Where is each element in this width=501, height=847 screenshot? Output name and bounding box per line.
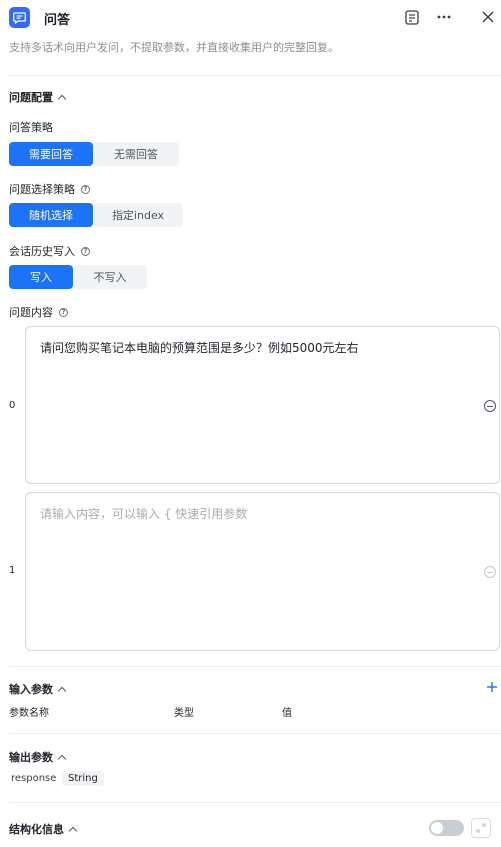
close-icon bbox=[482, 11, 494, 23]
chevron-up-icon bbox=[68, 826, 78, 835]
more-icon bbox=[437, 15, 451, 19]
remove-question-icon[interactable] bbox=[484, 566, 496, 578]
notes-button[interactable] bbox=[402, 7, 422, 27]
field-label: 问题选择策略 bbox=[9, 183, 75, 196]
select-strategy-segmented: 随机选择 指定index bbox=[9, 203, 183, 227]
chat-bubble-icon bbox=[9, 7, 30, 28]
option-write[interactable]: 写入 bbox=[9, 265, 73, 289]
help-icon[interactable]: ? bbox=[81, 184, 90, 194]
option-need-answer[interactable]: 需要回答 bbox=[9, 142, 93, 166]
field-label: 会话历史写入 bbox=[9, 245, 75, 258]
option-no-write[interactable]: 不写入 bbox=[73, 265, 147, 289]
help-icon[interactable]: ? bbox=[81, 246, 90, 256]
add-param-button[interactable] bbox=[485, 680, 499, 694]
field-label: 问题内容 bbox=[9, 306, 53, 319]
answer-strategy-segmented: 需要回答 无需回答 bbox=[9, 142, 179, 166]
question-placeholder: 请输入内容，可以输入 { 快速引用参数 bbox=[40, 507, 248, 521]
section-header-structured[interactable]: 结构化信息 bbox=[9, 821, 78, 837]
expand-button[interactable] bbox=[471, 818, 491, 838]
question-input-1[interactable]: 请输入内容，可以输入 { 快速引用参数 bbox=[25, 492, 500, 651]
remove-question-icon[interactable] bbox=[484, 400, 496, 412]
chevron-up-icon bbox=[57, 686, 67, 695]
chevron-up-icon bbox=[57, 754, 67, 763]
section-header-input-params[interactable]: 输入参数 bbox=[9, 681, 67, 697]
help-icon[interactable]: ? bbox=[59, 307, 68, 317]
node-title: 问答 bbox=[44, 13, 71, 28]
divider bbox=[9, 802, 501, 803]
field-label: 问答策略 bbox=[9, 121, 53, 134]
divider bbox=[9, 75, 501, 76]
column-header-value: 值 bbox=[282, 708, 292, 719]
more-button[interactable] bbox=[434, 7, 454, 27]
expand-icon bbox=[476, 823, 486, 833]
question-index: 0 bbox=[9, 400, 16, 411]
section-title: 输入参数 bbox=[9, 683, 53, 696]
answer-strategy-label: 问答策略 bbox=[9, 119, 53, 135]
question-input-0[interactable]: 请问您购买笔记本电脑的预算范围是多少？例如5000元左右 bbox=[25, 326, 500, 484]
node-description: 支持多话术向用户发问，不提取参数，并直接收集用户的完整回复。 bbox=[9, 41, 339, 54]
output-param-name: response bbox=[11, 773, 57, 784]
plus-icon bbox=[487, 682, 497, 692]
option-specify-index[interactable]: 指定index bbox=[93, 203, 183, 227]
notes-icon bbox=[405, 9, 419, 25]
divider bbox=[9, 666, 501, 667]
column-header-type: 类型 bbox=[174, 708, 194, 719]
question-text: 请问您购买笔记本电脑的预算范围是多少？例如5000元左右 bbox=[40, 341, 359, 355]
section-header-output-params[interactable]: 输出参数 bbox=[9, 749, 67, 765]
history-write-label: 会话历史写入 ? bbox=[9, 243, 90, 259]
select-strategy-label: 问题选择策略 ? bbox=[9, 181, 90, 197]
question-index: 1 bbox=[9, 565, 16, 576]
column-header-name: 参数名称 bbox=[9, 708, 49, 719]
section-header-question-config[interactable]: 问题配置 bbox=[9, 89, 67, 105]
option-no-answer[interactable]: 无需回答 bbox=[93, 142, 179, 166]
history-write-segmented: 写入 不写入 bbox=[9, 265, 147, 289]
chevron-up-icon bbox=[57, 94, 67, 103]
section-title: 结构化信息 bbox=[9, 823, 64, 836]
divider bbox=[9, 733, 501, 734]
close-button[interactable] bbox=[478, 7, 498, 27]
structured-toggle[interactable] bbox=[429, 820, 464, 836]
option-random[interactable]: 随机选择 bbox=[9, 203, 93, 227]
question-content-label: 问题内容 ? bbox=[9, 304, 68, 320]
section-title: 输出参数 bbox=[9, 751, 53, 764]
section-title: 问题配置 bbox=[9, 91, 53, 104]
output-param-type-tag: String bbox=[62, 771, 104, 786]
